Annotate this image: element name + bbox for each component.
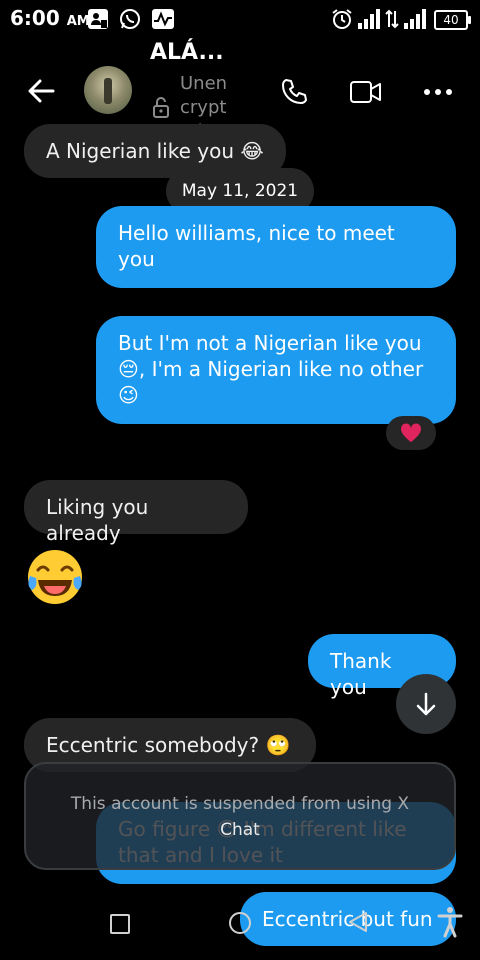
signal-icon — [402, 8, 428, 30]
status-time: 6:00 AM — [10, 6, 90, 30]
home-icon[interactable] — [229, 912, 251, 934]
more-options-button[interactable] — [420, 76, 456, 108]
chat-label: Chat — [220, 820, 260, 840]
back-arrow-icon[interactable] — [26, 76, 56, 106]
message-incoming[interactable]: Liking you already — [24, 480, 248, 545]
signal-icon — [356, 8, 382, 30]
unlocked-icon — [152, 96, 170, 118]
message-incoming-emoji[interactable]: 😂 — [24, 546, 86, 608]
phone-call-button[interactable] — [276, 76, 312, 108]
avatar[interactable] — [84, 66, 132, 114]
recent-apps-icon[interactable] — [110, 914, 130, 934]
video-camera-icon — [350, 81, 381, 103]
ellipsis-icon — [424, 89, 452, 95]
message-outgoing[interactable]: But I'm not a Nigerian like you 😔, I'm a… — [96, 316, 456, 424]
suspended-message: This account is suspended from using X — [70, 794, 410, 814]
battery-indicator: 40 — [434, 10, 471, 30]
whatsapp-icon — [118, 8, 142, 30]
scroll-to-bottom-button[interactable] — [396, 674, 456, 734]
data-icon — [384, 8, 400, 30]
tears-of-joy-emoji-icon — [28, 550, 82, 604]
contact-card-icon — [86, 8, 110, 30]
back-nav-icon[interactable] — [346, 910, 370, 934]
conversation-title[interactable]: ALÁ... — [150, 40, 224, 65]
message-outgoing[interactable]: Hello williams, nice to meet you — [96, 206, 456, 288]
status-bar: 6:00 AM 40 — [0, 0, 480, 38]
alarm-icon — [330, 8, 354, 30]
accessibility-icon[interactable] — [436, 906, 464, 938]
activity-icon — [150, 8, 176, 30]
video-call-button[interactable] — [348, 76, 384, 108]
account-suspended-banner: This account is suspended from using X C… — [24, 762, 456, 870]
arrow-down-icon — [416, 692, 436, 716]
phone-icon — [282, 79, 307, 104]
heart-reaction-icon[interactable]: ❤️ — [386, 416, 436, 450]
